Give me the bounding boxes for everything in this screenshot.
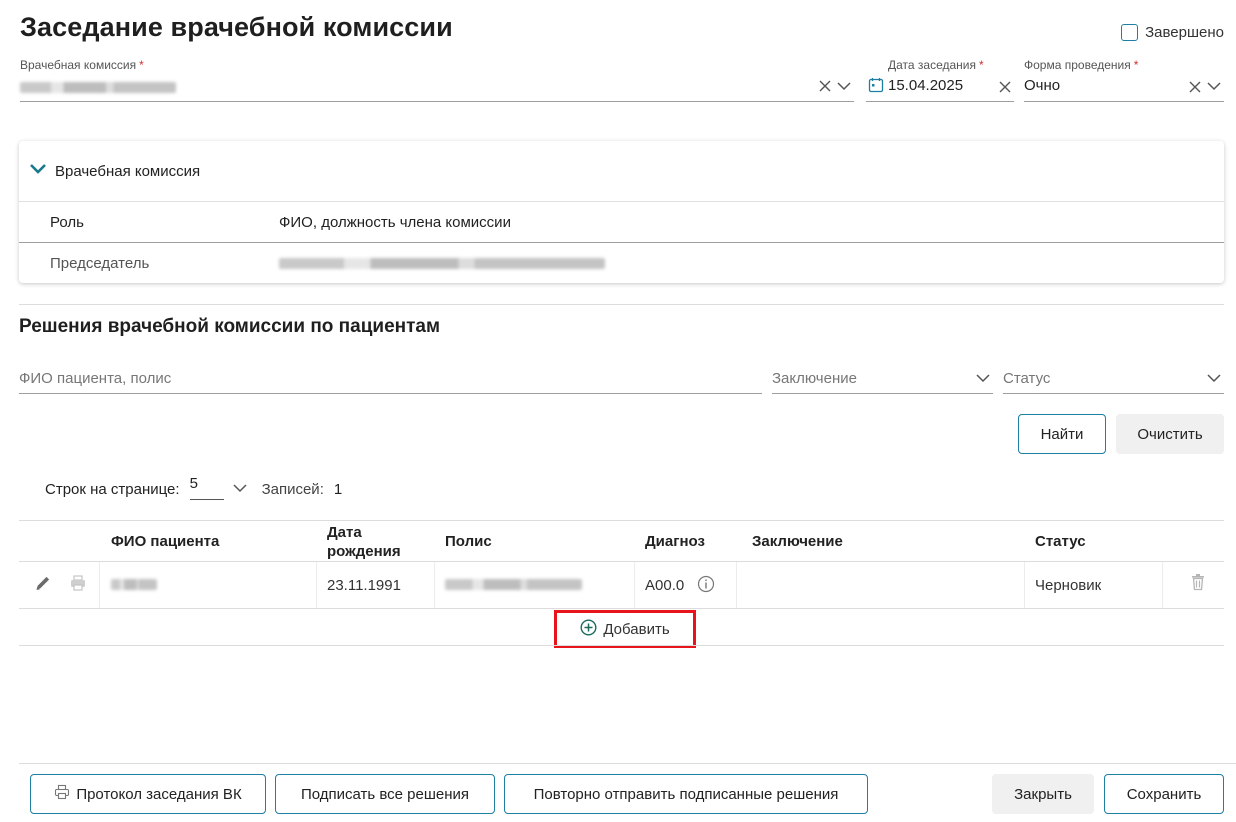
rows-per-page-value: 5 (189, 475, 198, 492)
required-mark: * (1133, 58, 1139, 72)
column-birth: Дата рождения (327, 523, 401, 561)
panel-title: Врачебная комиссия (55, 162, 201, 180)
add-label: Добавить (603, 620, 670, 638)
column-policy: Полис (445, 533, 492, 550)
sign-all-button[interactable]: Подписать все решения (275, 774, 495, 814)
calendar-icon[interactable] (868, 77, 884, 93)
section-title: Решения врачебной комиссии по пациентам (19, 316, 441, 337)
status-value: Черновик (1035, 577, 1102, 594)
birth-date-value: 23.11.1991 (327, 577, 401, 594)
date-label-wrap: Дата заседания * (888, 56, 984, 73)
panel-header-row: Роль ФИО, должность члена комиссии (19, 202, 1224, 243)
role-value: Председатель (50, 254, 150, 272)
mode-label: Форма проведения (1024, 58, 1131, 72)
rows-per-page-select[interactable]: 5 (189, 475, 224, 500)
protocol-label: Протокол заседания ВК (76, 785, 242, 803)
required-mark: * (979, 58, 984, 72)
column-separator (1024, 562, 1025, 608)
panel-row: Председатель (19, 243, 1224, 283)
protocol-button[interactable]: Протокол заседания ВК (30, 774, 266, 814)
completed-checkbox[interactable]: Завершено (1121, 24, 1224, 41)
date-label: Дата заседания (888, 58, 976, 72)
save-button[interactable]: Сохранить (1104, 774, 1224, 814)
column-birth-line2: рождения (327, 543, 401, 560)
chevron-down-icon[interactable] (1206, 371, 1222, 388)
print-icon (54, 784, 70, 804)
column-member: ФИО, должность члена комиссии (279, 213, 511, 231)
chevron-down-icon[interactable] (1206, 80, 1222, 92)
clear-button[interactable]: Очистить (1116, 414, 1224, 454)
commission-value-redacted (20, 82, 176, 93)
chevron-down-icon[interactable] (232, 481, 248, 498)
commission-panel-header[interactable]: Врачебная комиссия (19, 141, 1224, 202)
clear-icon[interactable] (818, 79, 832, 93)
commission-select[interactable] (20, 74, 854, 102)
status-filter-placeholder: Статус (1003, 370, 1051, 387)
close-button[interactable]: Закрыть (992, 774, 1094, 814)
date-value: 15.04.2025 (888, 77, 964, 94)
edit-icon[interactable] (34, 574, 52, 592)
patient-filter-placeholder: ФИО пациента, полис (19, 370, 172, 387)
records-value: 1 (333, 480, 343, 498)
table-row-border (19, 608, 1224, 609)
clear-icon[interactable] (998, 80, 1012, 94)
commission-panel: Врачебная комиссия Роль ФИО, должность ч… (19, 141, 1224, 283)
info-icon[interactable] (697, 575, 715, 593)
policy-redacted (445, 579, 582, 590)
column-birth-line1: Дата (327, 524, 362, 541)
print-icon[interactable] (69, 574, 87, 592)
patient-name-redacted (111, 579, 157, 590)
find-button[interactable]: Найти (1018, 414, 1106, 454)
table-bottom-border (19, 645, 1224, 646)
mode-value: Очно (1024, 77, 1061, 94)
column-separator (316, 562, 317, 608)
conclusion-filter-placeholder: Заключение (772, 370, 857, 387)
column-separator (1162, 562, 1163, 608)
column-diagnosis: Диагноз (645, 533, 705, 550)
pager: Строк на странице: 5 Записей: 1 (45, 475, 343, 500)
mode-select[interactable]: Очно (1024, 74, 1224, 102)
diagnosis-value: А00.0 (645, 577, 685, 594)
completed-label: Завершено (1145, 24, 1224, 41)
column-separator (634, 562, 635, 608)
column-status: Статус (1035, 533, 1086, 550)
required-mark: * (139, 58, 144, 72)
patient-filter-input[interactable]: ФИО пациента, полис (19, 365, 762, 394)
trash-icon[interactable] (1190, 573, 1206, 591)
commission-label-wrap: Врачебная комиссия * (20, 56, 144, 73)
table-top-border (19, 520, 1224, 521)
commission-label: Врачебная комиссия (20, 58, 137, 72)
footer-divider (19, 763, 1236, 764)
records-label: Записей: (261, 480, 324, 498)
column-separator (434, 562, 435, 608)
plus-circle-icon (580, 618, 597, 640)
chevron-down-icon (29, 162, 47, 180)
divider (19, 304, 1224, 305)
conclusion-filter-select[interactable]: Заключение (772, 365, 993, 394)
column-separator (99, 562, 100, 608)
add-button[interactable]: Добавить (554, 610, 696, 648)
clear-icon[interactable] (1188, 80, 1202, 94)
mode-label-wrap: Форма проведения * (1024, 56, 1138, 73)
date-field[interactable]: 15.04.2025 (866, 74, 1014, 102)
chevron-down-icon[interactable] (975, 371, 991, 388)
page-title: Заседание врачебной комиссии (20, 12, 453, 42)
column-separator (736, 562, 737, 608)
member-value-redacted (279, 258, 605, 269)
column-role: Роль (50, 213, 84, 231)
status-filter-select[interactable]: Статус (1003, 365, 1224, 394)
column-conclusion: Заключение (752, 533, 843, 550)
checkbox-box[interactable] (1121, 24, 1139, 41)
chevron-down-icon[interactable] (836, 80, 852, 92)
column-patient: ФИО пациента (111, 533, 220, 550)
resend-signed-button[interactable]: Повторно отправить подписанные решения (504, 774, 868, 814)
rows-per-page-label: Строк на странице: (45, 480, 180, 498)
